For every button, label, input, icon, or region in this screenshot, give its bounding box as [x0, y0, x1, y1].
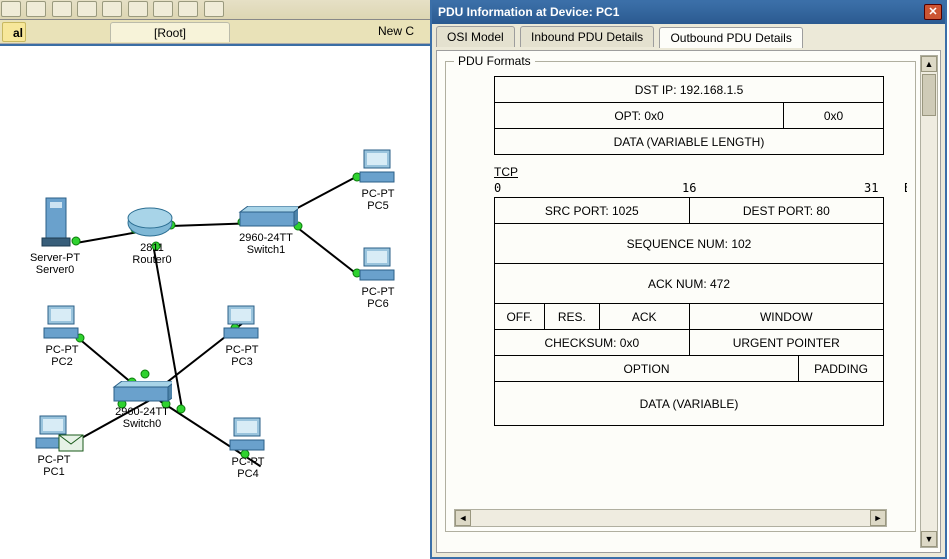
tcp-option: OPTION: [495, 356, 799, 382]
tab-inbound-pdu[interactable]: Inbound PDU Details: [520, 26, 654, 47]
tcp-data: DATA (VARIABLE): [495, 382, 884, 426]
pdu-scroll-area[interactable]: DST IP: 192.168.1.5 OPT: 0x0 0x0 DATA (V…: [454, 72, 907, 503]
scroll-right-icon[interactable]: ►: [870, 510, 886, 526]
device-switch1[interactable]: [238, 206, 298, 232]
tcp-src-port: SRC PORT: 1025: [495, 198, 690, 224]
scroll-track[interactable]: [921, 74, 937, 529]
scroll-thumb[interactable]: [922, 74, 936, 116]
ip-opt-pad: 0x0: [784, 103, 884, 129]
tcp-section-label: TCP: [494, 165, 907, 179]
toolbar-button[interactable]: [26, 1, 46, 17]
ip-dst-ip: DST IP: 192.168.1.5: [495, 77, 884, 103]
tcp-res: RES.: [544, 304, 599, 330]
device-label: Server-PT Server0: [20, 252, 90, 276]
window-title: PDU Information at Device: PC1: [438, 5, 619, 19]
ip-opt: OPT: 0x0: [495, 103, 784, 129]
tcp-window: WINDOW: [689, 304, 883, 330]
tcp-seq: SEQUENCE NUM: 102: [495, 224, 884, 264]
pdu-tabs: OSI Model Inbound PDU Details Outbound P…: [432, 24, 945, 48]
tcp-urgent: URGENT POINTER: [689, 330, 883, 356]
toolbar-button[interactable]: [52, 1, 72, 17]
device-pc4[interactable]: [228, 416, 268, 456]
device-label: PC-PT PC2: [40, 344, 84, 368]
scroll-left-icon[interactable]: ◄: [455, 510, 471, 526]
link: [171, 222, 243, 227]
device-pc3[interactable]: [222, 304, 262, 344]
device-label: 2811 Router0: [126, 242, 178, 266]
toolbar-button[interactable]: [178, 1, 198, 17]
device-label: PC-PT PC5: [356, 188, 400, 212]
device-pc5[interactable]: [358, 148, 398, 188]
ip-data: DATA (VARIABLE LENGTH): [495, 129, 884, 155]
tcp-dst-port: DEST PORT: 80: [689, 198, 883, 224]
device-server0[interactable]: [38, 196, 76, 250]
device-switch0[interactable]: [112, 381, 172, 407]
new-cluster-button[interactable]: New C: [378, 24, 414, 38]
horizontal-scrollbar[interactable]: ◄ ►: [454, 509, 887, 527]
close-icon[interactable]: ✕: [924, 4, 942, 20]
app-toolbar: [0, 0, 430, 20]
device-label: PC-PT PC6: [356, 286, 400, 310]
tcp-off: OFF.: [495, 304, 545, 330]
tab-outbound-pdu[interactable]: Outbound PDU Details: [659, 27, 802, 48]
device-label: PC-PT PC1: [32, 454, 76, 478]
logical-tab-fragment[interactable]: al: [2, 22, 26, 42]
device-label: PC-PT PC4: [226, 456, 270, 480]
tcp-flags: ACK: [599, 304, 689, 330]
device-pc6[interactable]: [358, 246, 398, 286]
toolbar-button[interactable]: [77, 1, 97, 17]
scroll-down-icon[interactable]: ▼: [921, 531, 937, 547]
tcp-checksum: CHECKSUM: 0x0: [495, 330, 690, 356]
tcp-padding: PADDING: [799, 356, 884, 382]
device-router0[interactable]: [126, 206, 174, 240]
link: [290, 174, 360, 212]
pdu-formats-group: PDU Formats DST IP: 192.168.1.5 OPT: 0x0…: [445, 61, 916, 532]
toolbar-button[interactable]: [1, 1, 21, 17]
cluster-tab-row: al [Root] New C: [0, 20, 430, 44]
device-label: PC-PT PC3: [220, 344, 264, 368]
bit-ruler: 0 16 31 Bits: [494, 181, 884, 197]
scroll-up-icon[interactable]: ▲: [921, 56, 937, 72]
group-legend: PDU Formats: [454, 54, 535, 68]
tcp-header-table: SRC PORT: 1025 DEST PORT: 80 SEQUENCE NU…: [494, 197, 884, 426]
link-status-dot: [141, 370, 150, 379]
tcp-ack: ACK NUM: 472: [495, 264, 884, 304]
tab-body: PDU Formats DST IP: 192.168.1.5 OPT: 0x0…: [436, 50, 941, 553]
window-titlebar[interactable]: PDU Information at Device: PC1 ✕: [432, 2, 945, 24]
toolbar-button[interactable]: [204, 1, 224, 17]
device-pc2[interactable]: [42, 304, 82, 344]
topology-canvas[interactable]: Server-PT Server0 2811 Router0 2960-24TT…: [0, 44, 430, 559]
device-label: 2960-24TT Switch0: [100, 406, 184, 430]
toolbar-button[interactable]: [153, 1, 173, 17]
toolbar-button[interactable]: [128, 1, 148, 17]
ip-header-table: DST IP: 192.168.1.5 OPT: 0x0 0x0 DATA (V…: [494, 76, 884, 155]
vertical-scrollbar[interactable]: ▲ ▼: [920, 55, 938, 548]
pdu-info-window: PDU Information at Device: PC1 ✕ OSI Mod…: [430, 0, 947, 559]
tab-osi-model[interactable]: OSI Model: [436, 26, 515, 47]
toolbar-button[interactable]: [102, 1, 122, 17]
pdu-envelope-icon[interactable]: [58, 434, 84, 452]
device-label: 2960-24TT Switch1: [224, 232, 308, 256]
root-cluster-tab[interactable]: [Root]: [110, 22, 230, 42]
